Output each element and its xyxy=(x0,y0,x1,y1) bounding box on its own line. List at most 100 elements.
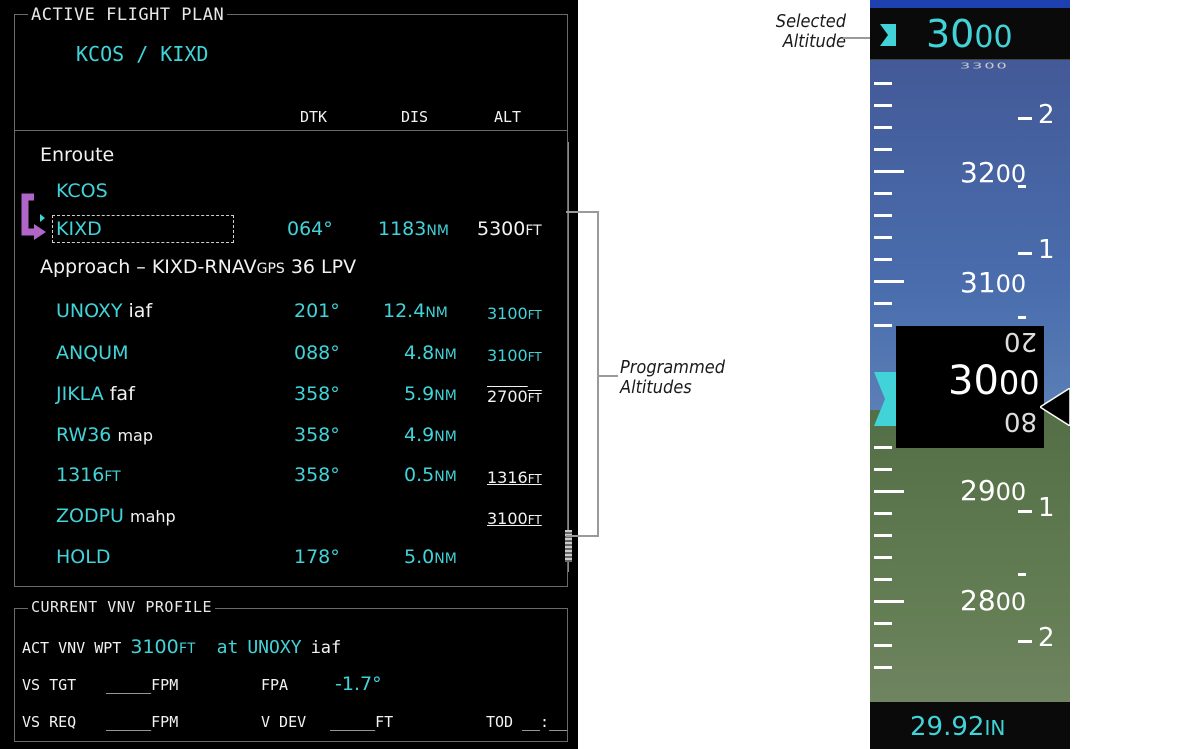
tape-label: 2900 xyxy=(960,470,1026,508)
waypoint-name[interactable]: HOLD xyxy=(56,546,110,568)
vs-tgt-value: _____FPM xyxy=(106,676,179,694)
kixd-dtk: 064° xyxy=(287,218,333,240)
baro-unit: IN xyxy=(984,716,1006,740)
waypoint-name[interactable]: RW36 xyxy=(56,424,111,446)
leg-dtk: 201° xyxy=(294,300,340,322)
tape-tick xyxy=(874,258,892,261)
waypoint-name[interactable]: 1316 xyxy=(56,464,104,486)
programmed-altitudes-callout: Programmed Altitudes xyxy=(620,358,725,398)
leg-dis: 0.5 xyxy=(404,464,435,486)
leg-dtk: 358° xyxy=(294,383,340,405)
vsi-label: 2 xyxy=(1038,100,1055,130)
tape-tick xyxy=(874,512,892,515)
leg-alt[interactable]: 2700 xyxy=(487,387,528,406)
leg-dtk: 088° xyxy=(294,342,340,364)
vdev-label: V DEV xyxy=(261,713,307,731)
active-leg-arrow-icon xyxy=(21,193,46,240)
leg-dis-unit: NM xyxy=(434,469,457,485)
tape-tick xyxy=(874,192,892,195)
current-altitude-readout: 20 3000 80 xyxy=(896,326,1044,448)
tape-label-hundreds: 29 xyxy=(960,474,996,507)
selected-altitude-box[interactable]: 3000 xyxy=(870,8,1070,60)
tape-label-hundreds: 32 xyxy=(960,156,996,189)
header-dis: DIS xyxy=(401,108,429,126)
vsi-label: 1 xyxy=(1038,235,1055,265)
leg-dis: 5.9 xyxy=(404,383,435,405)
list-item: UNOXY iaf xyxy=(56,300,152,322)
leg-dis-unit: NM xyxy=(434,429,457,445)
rolling-digits-above: 20 xyxy=(1004,326,1038,356)
kixd-dis: 1183 xyxy=(378,218,427,240)
leg-dis-unit: NM xyxy=(425,305,448,321)
leg-alt[interactable]: 3100 xyxy=(487,304,528,323)
vsi-label: 2 xyxy=(1038,623,1055,653)
altitude-bug-icon xyxy=(880,24,896,46)
callout-line: Selected xyxy=(775,11,846,32)
tod-label: TOD xyxy=(486,713,514,731)
tape-tick xyxy=(874,170,904,173)
callout-line: Altitude xyxy=(782,31,846,52)
tape-tick xyxy=(874,666,892,669)
header-dtk: DTK xyxy=(300,108,328,126)
vsi-tick xyxy=(1018,117,1032,120)
tape-tick xyxy=(874,600,904,603)
leg-alt[interactable]: 1316 xyxy=(487,468,528,487)
tape-tick xyxy=(874,148,892,151)
tape-tick xyxy=(874,104,892,107)
rolling-digits-below: 80 xyxy=(1004,406,1038,436)
act-vnv-unit: FT xyxy=(178,641,196,657)
waypoint-name[interactable]: ANQUM xyxy=(56,342,128,364)
selected-altitude-tens: 00 xyxy=(974,20,1013,55)
vnv-profile-title: CURRENT VNV PROFILE xyxy=(28,598,216,616)
list-item: JIKLA faf xyxy=(56,383,135,405)
vsi-tick xyxy=(1018,185,1026,188)
rolling-digits-partial: 3300 xyxy=(960,60,1009,71)
selected-altitude-callout: Selected Altitude xyxy=(758,12,846,52)
tape-label-tens: 00 xyxy=(995,588,1027,616)
leg-dis: 12.4 xyxy=(383,300,426,322)
fpa-label: FPA xyxy=(261,676,289,694)
tape-tick xyxy=(874,446,892,449)
waypoint-name[interactable]: JIKLA xyxy=(56,383,104,405)
kixd-dis-unit: NM xyxy=(426,223,449,239)
waypoint-suffix: FT xyxy=(104,469,121,485)
callout-line: Altitudes xyxy=(620,377,692,398)
tape-tick xyxy=(874,556,892,559)
enroute-label: Enroute xyxy=(40,144,115,166)
tape-tick xyxy=(874,82,892,85)
tape-tick xyxy=(874,280,904,283)
tape-tick xyxy=(874,490,904,493)
waypoint-suffix: mahp xyxy=(130,507,176,526)
barometric-setting-box[interactable]: 29.92IN xyxy=(870,702,1070,749)
act-vnv-waypoint: UNOXY xyxy=(247,637,302,658)
tape-label-tens: 00 xyxy=(995,160,1027,188)
vsi-label: 1 xyxy=(1038,493,1055,523)
waypoint-name[interactable]: UNOXY xyxy=(56,300,122,322)
waypoint-name[interactable]: ZODPU xyxy=(56,505,124,527)
leg-dis: 4.8 xyxy=(404,342,435,364)
vsi-tick xyxy=(1018,640,1032,643)
leg-alt-unit: FT xyxy=(527,513,542,527)
vsi-tick xyxy=(1018,252,1032,255)
vsi-tick xyxy=(1018,510,1032,513)
tape-tick xyxy=(874,302,892,305)
current-altitude-hundreds: 30 xyxy=(948,358,999,404)
approach-label: Approach – KIXD-RNAVGPS 36 LPV xyxy=(40,256,356,278)
header-divider xyxy=(14,130,568,131)
leg-alt-unit: FT xyxy=(527,308,542,322)
leg-alt[interactable]: 3100 xyxy=(487,509,528,528)
waypoint-kcos[interactable]: KCOS xyxy=(56,180,108,202)
waypoint-kixd[interactable]: KIXD xyxy=(56,218,102,240)
tape-label: 3200 xyxy=(960,152,1026,190)
act-vnv-waypoint-suffix: iaf xyxy=(310,638,342,658)
route-name[interactable]: KCOS / KIXD xyxy=(76,42,208,66)
leg-alt-unit: FT xyxy=(527,472,542,486)
kixd-alt[interactable]: 5300 xyxy=(477,218,525,240)
tape-label-tens: 00 xyxy=(995,270,1027,298)
vs-req-label: VS REQ xyxy=(22,713,77,731)
list-item: HOLD xyxy=(56,546,110,568)
tape-tick xyxy=(874,214,892,217)
waypoint-suffix: map xyxy=(117,426,153,445)
leg-alt[interactable]: 3100 xyxy=(487,346,528,365)
approach-gps: GPS xyxy=(256,261,285,277)
